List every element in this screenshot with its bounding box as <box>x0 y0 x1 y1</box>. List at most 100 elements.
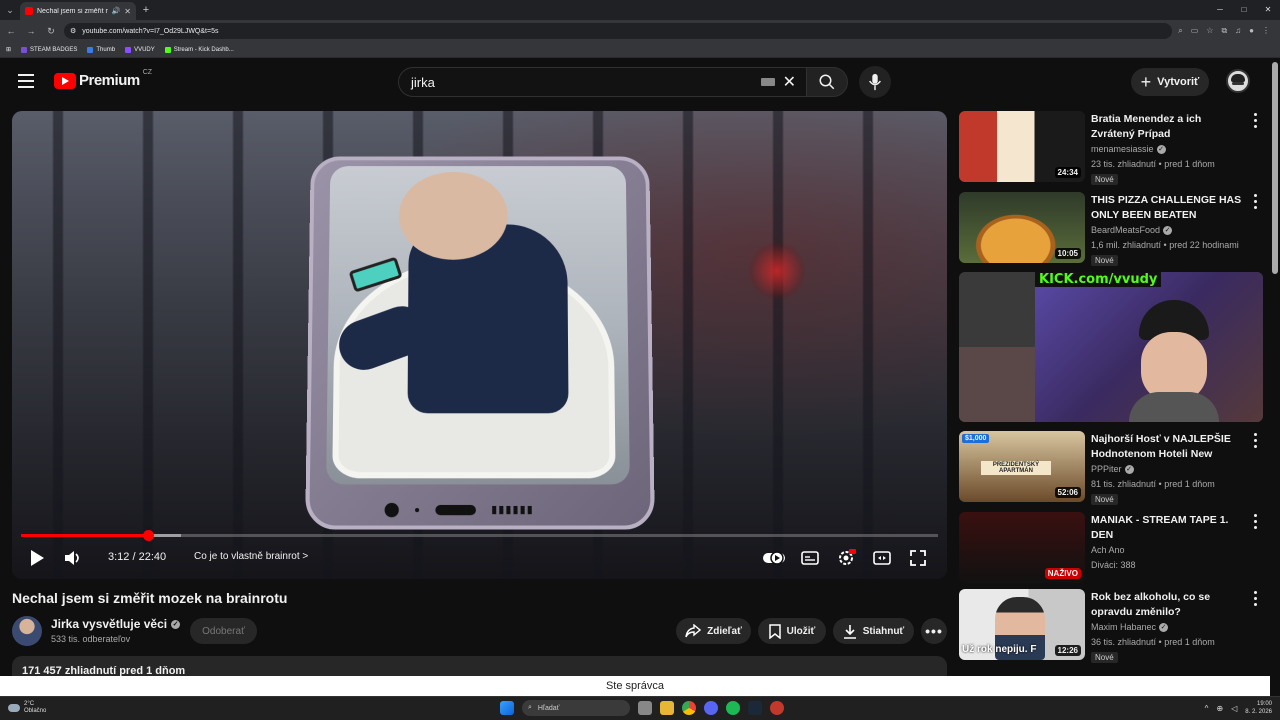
account-avatar[interactable] <box>1226 69 1250 93</box>
more-vertical-icon[interactable] <box>1251 512 1259 530</box>
subtitles-button[interactable] <box>800 547 820 569</box>
recommendation-channel[interactable]: PPPiter ✓ <box>1091 464 1134 474</box>
minimize-button[interactable]: ─ <box>1208 0 1232 20</box>
taskbar-search[interactable]: ⌕ Hľadať <box>522 700 630 716</box>
video-thumbnail[interactable]: NAŽIVO <box>959 512 1085 583</box>
back-button[interactable]: ← <box>4 26 18 36</box>
weather-temp: 2°C <box>24 701 35 707</box>
download-icon <box>843 624 856 639</box>
recommendation-meta: 36 tis. zhliadnutí • pred 1 dňom <box>1091 637 1215 647</box>
volume-tray-icon[interactable]: ◁ <box>1231 704 1237 713</box>
page-scrollbar[interactable] <box>1272 62 1278 274</box>
bookmark-vvudy[interactable]: VVUDY <box>125 46 155 53</box>
new-badge: Nové <box>1091 652 1118 663</box>
channel-name[interactable]: Jirka vysvětluje věci ✓ <box>51 617 181 631</box>
bookmarks-bar: ⊞ STEAM BADGES Thumb VVUDY Stream - Kick… <box>0 42 1280 58</box>
browser-tab[interactable]: Nechal jsem si změřit mozek na brainrot … <box>20 2 136 20</box>
bookmark-star-icon[interactable]: ☆ <box>1206 26 1213 36</box>
bookmark-kick-dashboard[interactable]: Stream - Kick Dashb... <box>164 46 234 53</box>
video-thumbnail[interactable]: Už rok nepiju. F 12:26 <box>959 589 1085 660</box>
maximize-button[interactable]: □ <box>1232 0 1256 20</box>
share-button[interactable]: Zdieľať <box>676 618 751 644</box>
volume-button[interactable] <box>62 547 84 569</box>
recommendation-channel[interactable]: Maxim Habanec ✓ <box>1091 622 1169 632</box>
new-badge: Nové <box>1091 255 1118 266</box>
url-text[interactable]: youtube.com/watch?v=I7_Od29LJWQ&t=5s <box>82 28 1166 35</box>
save-button[interactable]: Uložiť <box>758 618 826 644</box>
search-value[interactable]: jirka <box>411 75 761 90</box>
discord-icon[interactable] <box>704 701 718 715</box>
channel-avatar[interactable] <box>12 616 42 646</box>
apps-icon[interactable]: ⊞ <box>6 46 11 53</box>
reload-button[interactable]: ↻ <box>44 26 58 37</box>
microphone-icon <box>869 73 881 91</box>
windows-start-icon[interactable] <box>500 701 514 715</box>
bookmark-thumb[interactable]: Thumb <box>87 46 115 53</box>
recommendation-title[interactable]: MANIAK - STREAM TAPE 1. DEN <box>1091 513 1243 543</box>
tab-audio-icon[interactable]: 🔊 <box>112 7 121 15</box>
omnibox[interactable]: ⚙ youtube.com/watch?v=I7_Od29LJWQ&t=5s <box>64 23 1173 39</box>
verified-icon: ✓ <box>1159 622 1169 632</box>
video-player[interactable]: 3:12 / 22:40 Co je to vlastně brainrot > <box>12 111 947 579</box>
new-badge: Nové <box>1091 494 1118 505</box>
fullscreen-button[interactable] <box>907 547 929 569</box>
play-button[interactable] <box>26 547 48 569</box>
search-input[interactable]: jirka ✕ <box>398 67 806 97</box>
more-vertical-icon[interactable] <box>1251 431 1259 449</box>
theater-mode-button[interactable] <box>871 547 893 569</box>
profile-icon[interactable]: ● <box>1249 26 1254 36</box>
more-vertical-icon[interactable] <box>1251 111 1259 129</box>
video-thumbnail[interactable]: 24:34 <box>959 111 1085 182</box>
autoplay-toggle[interactable] <box>762 547 786 569</box>
clear-search-icon[interactable]: ✕ <box>783 72 796 92</box>
unsubscribe-button[interactable]: Odoberať <box>190 618 257 644</box>
bookmark-label: STEAM BADGES <box>30 46 78 53</box>
browser-menu-icon[interactable]: ⋮ <box>1262 26 1270 36</box>
tab-search-icon[interactable]: ⌄ <box>0 0 20 20</box>
extensions-icon[interactable]: ⧉ <box>1221 26 1227 36</box>
tab-close-icon[interactable]: ✕ <box>124 7 131 16</box>
media-icon[interactable]: ♫ <box>1235 26 1241 36</box>
taskbar-clock[interactable]: 19:00 8. 2. 2026 <box>1245 700 1272 716</box>
keyboard-icon[interactable] <box>760 78 775 86</box>
recommendation-channel[interactable]: Ach Ano <box>1091 545 1125 555</box>
bookmark-steam-badges[interactable]: STEAM BADGES <box>21 46 78 53</box>
recommendation-channel[interactable]: menamesiassie ✓ <box>1091 144 1166 154</box>
recommendation-title[interactable]: THIS PIZZA CHALLENGE HAS ONLY BEEN BEATE… <box>1091 193 1243 223</box>
new-tab-button[interactable]: + <box>136 4 156 16</box>
task-view-icon[interactable] <box>638 701 652 715</box>
zoom-icon[interactable]: ⌕ <box>1178 26 1182 36</box>
more-actions-button[interactable]: ••• <box>921 618 947 644</box>
recommendation-title[interactable]: Rok bez alkoholu, co se opravdu změnilo? <box>1091 590 1243 620</box>
steam-icon[interactable] <box>748 701 762 715</box>
network-icon[interactable]: ⊕ <box>1216 704 1223 713</box>
video-thumbnail[interactable]: 10:05 <box>959 192 1085 263</box>
more-vertical-icon[interactable] <box>1251 192 1259 210</box>
tray-chevron-icon[interactable]: ^ <box>1205 704 1209 713</box>
video-thumbnail[interactable]: $1,000 PREZIDENTSKÝ APARTMÁN 52:06 <box>959 431 1085 502</box>
youtube-premium-logo[interactable]: Premium CZ <box>54 69 152 89</box>
recommendation-channel[interactable]: BeardMeatsFood ✓ <box>1091 225 1173 235</box>
file-explorer-icon[interactable] <box>660 701 674 715</box>
weather-widget[interactable]: 2°C Oblačno <box>8 701 46 715</box>
spotify-icon[interactable] <box>726 701 740 715</box>
menu-icon[interactable] <box>18 74 34 88</box>
chapter-button[interactable]: Co je to vlastně brainrot > <box>194 551 308 562</box>
description-box[interactable]: 171 457 zhliadnutí pred 1 dňom <box>12 656 947 677</box>
app-icon[interactable] <box>770 701 784 715</box>
forward-button[interactable]: → <box>24 26 38 36</box>
recommendation-title[interactable]: Najhorší Hosť v NAJLEPŠIE Hodnotenom Hot… <box>1091 432 1243 462</box>
site-info-icon[interactable]: ⚙ <box>70 27 76 35</box>
search-button[interactable] <box>806 67 848 97</box>
chrome-icon[interactable] <box>682 701 696 715</box>
settings-button[interactable] <box>835 547 857 569</box>
more-vertical-icon[interactable] <box>1251 589 1259 607</box>
download-button[interactable]: Stiahnuť <box>833 618 914 644</box>
close-window-button[interactable]: ✕ <box>1256 0 1280 20</box>
voice-search-button[interactable] <box>859 66 891 98</box>
cast-icon[interactable]: ▭ <box>1191 26 1199 36</box>
create-button[interactable]: + Vytvoriť <box>1131 68 1209 96</box>
recommendation-title[interactable]: Bratia Menendez a ich Zvrátený Prípad <box>1091 112 1243 142</box>
featured-stream-thumbnail[interactable]: KICK.com/vvudy <box>959 272 1263 422</box>
progress-bar[interactable] <box>21 530 938 541</box>
